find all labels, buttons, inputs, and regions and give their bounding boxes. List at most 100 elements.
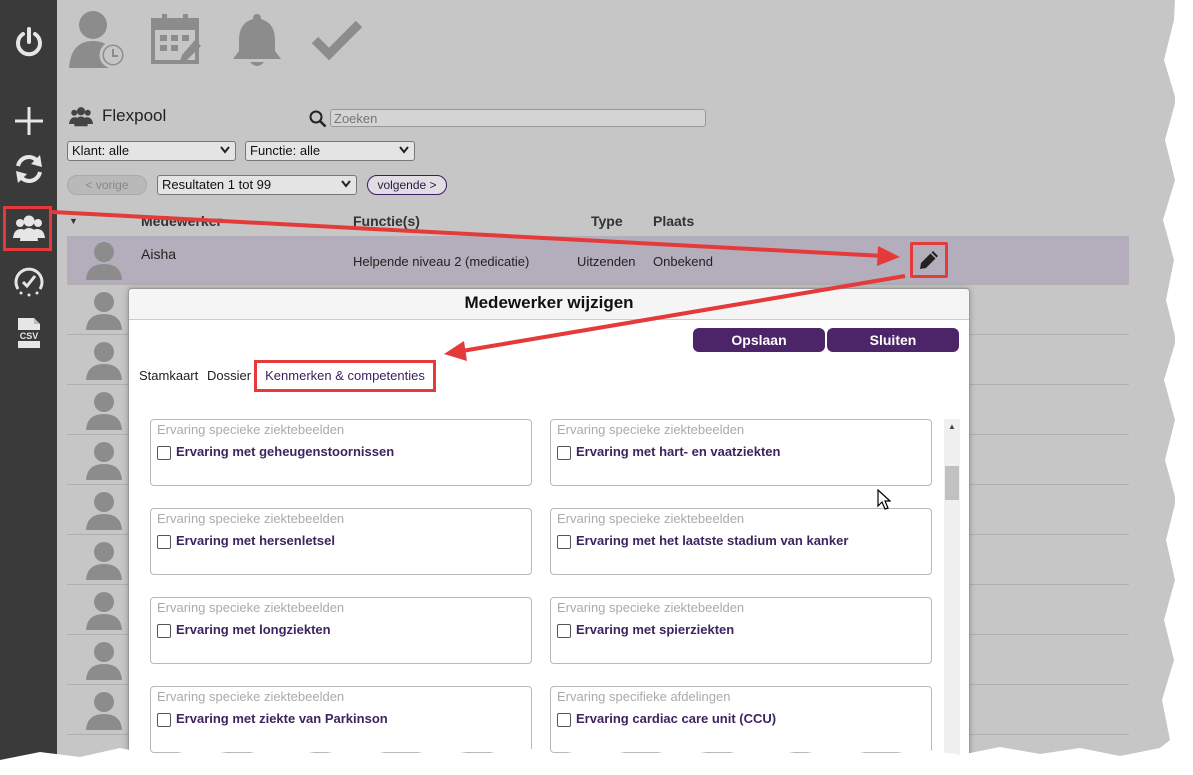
card-label[interactable]: Ervaring met longziekten <box>176 622 331 637</box>
card-label[interactable]: Ervaring met hart- en vaatziekten <box>576 444 780 459</box>
column-header-function[interactable]: Functie(s) <box>353 213 420 229</box>
card-label[interactable]: Ervaring met hersenletsel <box>176 533 335 548</box>
save-button[interactable]: Opslaan <box>693 328 825 352</box>
competence-card: Ervaring specieke ziektebeelden Ervaring… <box>150 508 532 575</box>
close-button[interactable]: Sluiten <box>827 328 959 352</box>
next-page-button[interactable]: volgende > <box>367 175 447 195</box>
tab-kenmerken-competenties[interactable]: Kenmerken & competenties <box>254 360 436 392</box>
scroll-thumb[interactable] <box>945 466 959 500</box>
svg-text:CSV: CSV <box>19 331 38 341</box>
speedometer-icon <box>14 267 43 297</box>
competence-checkbox[interactable] <box>557 713 571 727</box>
page-title: Flexpool <box>102 106 167 125</box>
card-category: Ervaring specieke ziektebeelden <box>557 511 745 526</box>
chevron-down-icon <box>220 146 230 154</box>
card-category: Ervaring specifieke afdelingen <box>557 689 731 704</box>
card-label[interactable]: Ervaring met het laatste stadium van kan… <box>576 533 848 548</box>
calendar-button[interactable] <box>151 12 203 71</box>
competence-card: Ervaring specifieke afdelingen Ervaring … <box>550 686 932 753</box>
competence-checkbox[interactable] <box>557 446 571 460</box>
bell-icon <box>233 14 281 66</box>
card-category: Ervaring specieke ziektebeelden <box>157 600 345 615</box>
avatar <box>86 592 122 630</box>
dashboard-button[interactable] <box>0 259 57 303</box>
avatar <box>86 292 122 330</box>
scroll-up-icon[interactable]: ▲ <box>948 422 956 431</box>
chevron-down-icon <box>341 180 351 188</box>
modal-scrollbar[interactable]: ▲ <box>944 419 960 761</box>
competence-checkbox[interactable] <box>157 713 171 727</box>
modal-title: Medewerker wijzigen <box>129 289 969 320</box>
csv-icon: CSV <box>15 318 42 348</box>
sidebar: CSV <box>0 0 57 760</box>
competence-card: Ervaring specieke ziektebeelden Ervaring… <box>550 419 932 486</box>
competence-checkbox[interactable] <box>557 535 571 549</box>
refresh-button[interactable] <box>0 147 57 191</box>
avatar <box>86 342 122 380</box>
approve-button[interactable] <box>311 20 363 65</box>
tab-dossier[interactable]: Dossier <box>207 368 251 383</box>
power-icon <box>15 27 42 57</box>
prev-page-button[interactable]: < vorige <box>67 175 147 195</box>
csv-export-button[interactable]: CSV <box>0 311 57 355</box>
competence-card: Ervaring specieke ziektebeelden Ervaring… <box>150 597 532 664</box>
column-header-place[interactable]: Plaats <box>653 213 694 229</box>
edit-pencil-icon <box>920 251 938 269</box>
column-header-employee[interactable]: Medewerker <box>141 213 222 229</box>
avatar <box>86 692 122 730</box>
card-label[interactable]: Ervaring met ziekte van Parkinson <box>176 711 388 726</box>
search-icon <box>309 110 327 128</box>
card-category: Ervaring specieke ziektebeelden <box>557 600 745 615</box>
competence-card: Ervaring specieke ziektebeelden Ervaring… <box>550 508 932 575</box>
chevron-down-icon <box>399 146 409 154</box>
edit-employee-modal: Medewerker wijzigen Opslaan Sluiten Stam… <box>128 288 970 762</box>
competence-checkbox[interactable] <box>157 446 171 460</box>
employee-type: Uitzenden <box>577 254 636 269</box>
card-category: Ervaring specieke ziektebeelden <box>157 689 345 704</box>
user-clock-icon <box>69 11 127 69</box>
add-button[interactable] <box>0 99 57 143</box>
card-label[interactable]: Ervaring cardiac care unit (CCU) <box>576 711 776 726</box>
function-filter-value: Functie: alle <box>250 143 321 158</box>
tab-stamkaart[interactable]: Stamkaart <box>139 368 198 383</box>
competence-checkbox[interactable] <box>557 624 571 638</box>
check-icon <box>311 20 363 61</box>
function-filter-select[interactable]: Functie: alle <box>245 141 415 161</box>
competence-checkbox[interactable] <box>157 535 171 549</box>
users-icon <box>69 107 93 127</box>
client-filter-select[interactable]: Klant: alle <box>67 141 236 161</box>
annotation-highlight-box <box>3 206 52 251</box>
avatar <box>86 492 122 530</box>
competence-card: Ervaring specieke ziektebeelden Ervaring… <box>550 597 932 664</box>
employee-function: Helpende niveau 2 (medicatie) <box>353 254 530 269</box>
avatar <box>86 642 122 680</box>
plus-icon <box>14 107 43 135</box>
avatar <box>86 442 122 480</box>
results-range-select[interactable]: Resultaten 1 tot 99 <box>157 175 357 195</box>
avatar <box>86 242 122 280</box>
card-category: Ervaring specieke ziektebeelden <box>557 422 745 437</box>
search-input[interactable] <box>330 109 706 127</box>
card-category: Ervaring specieke ziektebeelden <box>157 511 345 526</box>
notifications-button[interactable] <box>231 10 283 75</box>
avatar <box>86 392 122 430</box>
card-category: Ervaring specieke ziektebeelden <box>157 422 345 437</box>
competence-card: Ervaring specieke ziektebeelden Ervaring… <box>150 686 532 753</box>
calendar-edit-icon <box>151 14 201 64</box>
competence-card: Ervaring specieke ziektebeelden Ervaring… <box>150 419 532 486</box>
avatar <box>86 542 122 580</box>
column-header-type[interactable]: Type <box>591 213 623 229</box>
competence-checkbox[interactable] <box>157 624 171 638</box>
card-label[interactable]: Ervaring met geheugenstoornissen <box>176 444 394 459</box>
sort-arrow-icon[interactable]: ▼ <box>69 216 78 226</box>
edit-employee-button[interactable] <box>910 242 948 278</box>
client-filter-value: Klant: alle <box>72 143 130 158</box>
power-button[interactable] <box>0 20 57 64</box>
refresh-icon <box>15 155 42 183</box>
employee-time-button[interactable] <box>69 8 129 75</box>
mouse-cursor-icon <box>877 489 891 510</box>
results-range-value: Resultaten 1 tot 99 <box>162 177 272 192</box>
employee-place: Onbekend <box>653 254 713 269</box>
table-row-selected[interactable]: Aisha Helpende niveau 2 (medicatie) Uitz… <box>67 236 1129 285</box>
card-label[interactable]: Ervaring met spierziekten <box>576 622 734 637</box>
